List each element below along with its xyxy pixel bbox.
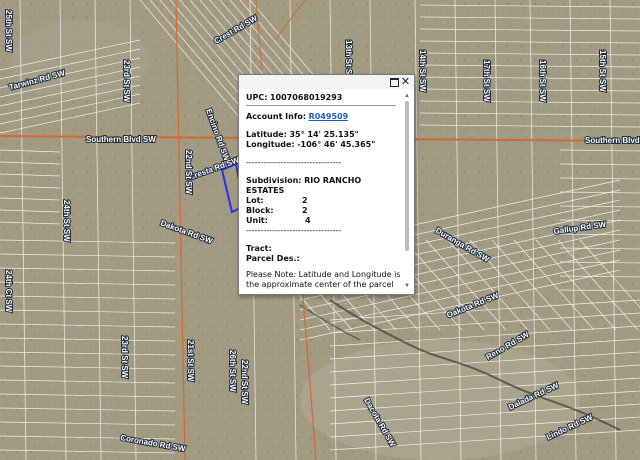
popup-content: UPC: 1007068019293 Account Info: R049509… (246, 93, 401, 289)
street-label: 22nd St SW (240, 360, 249, 404)
block-row: Block: 2 (246, 206, 308, 215)
tract-label: Tract: (246, 244, 272, 253)
scroll-up-icon[interactable]: ▲ (403, 93, 411, 99)
lot-value: 2 (302, 196, 308, 205)
parcel-info-popup[interactable]: ✕ UPC: 1007068019293 Account Info: R0495… (238, 74, 415, 295)
parcel-description-label: Parcel Des.: (246, 254, 300, 263)
block-value: 2 (302, 206, 308, 215)
street-label: 23rd St SW (120, 336, 129, 379)
upc-row: UPC: 1007068019293 (246, 93, 343, 102)
street-label: 22nd St SW (184, 150, 193, 194)
separator: --------------------------------- (246, 158, 342, 167)
street-label: Southern Blvd SW (86, 135, 156, 144)
separator: --------------------------------- (246, 226, 342, 235)
account-row: Account Info: R049509 (246, 112, 349, 121)
street-label: 21st St SW (186, 340, 195, 382)
street-label: 23rd St SW (122, 60, 131, 103)
unit-value: 4 (305, 216, 311, 225)
street-label: 16th St SW (538, 60, 547, 102)
latitude-row: Latitude: 35° 14' 25.135" (246, 130, 359, 139)
street-label: 14th St SW (418, 50, 427, 92)
street-label: 17th St SW (482, 60, 491, 102)
longitude-value: -106° 46' 45.365" (297, 140, 376, 149)
street-label: 25th St SW (4, 10, 13, 52)
divider (246, 105, 396, 106)
upc-value: 1007068019293 (269, 93, 343, 102)
popup-titlebar[interactable]: ✕ (239, 75, 414, 89)
lot-row: Lot: 2 (246, 196, 308, 205)
street-label: 24th Ct SW (4, 270, 13, 313)
longitude-row: Longitude: -106° 46' 45.365" (246, 140, 376, 149)
maximize-icon[interactable] (388, 76, 399, 87)
scroll-thumb[interactable] (405, 101, 409, 251)
street-label: Southern Blvd (585, 136, 640, 145)
street-label: 26th St SW (228, 350, 237, 392)
subdivision-row: Subdivision: RIO RANCHO ESTATES (246, 176, 362, 195)
unit-row: Unit: 4 (246, 216, 311, 225)
popup-scrollbar[interactable]: ▲ ▼ (403, 93, 411, 289)
street-label: 15th St SW (598, 50, 607, 92)
location-note: Please Note: Latitude and Longitude is t… (246, 270, 401, 289)
account-link[interactable]: R049509 (309, 112, 349, 121)
close-icon[interactable]: ✕ (400, 76, 411, 87)
scroll-down-icon[interactable]: ▼ (403, 283, 411, 289)
street-label: 24th St SW (62, 200, 71, 242)
latitude-value: 35° 14' 25.135" (289, 130, 359, 139)
